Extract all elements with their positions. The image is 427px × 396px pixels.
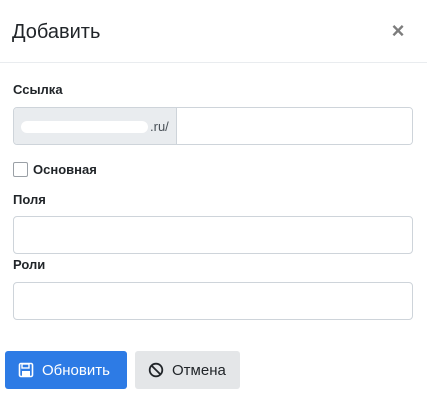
cancel-button-label: Отмена [172, 361, 226, 379]
link-label: Ссылка [13, 82, 63, 97]
roles-label: Роли [13, 257, 46, 272]
dialog-title: Добавить [12, 21, 101, 43]
link-prefix-addon: .ru/ [14, 108, 177, 144]
save-icon [18, 362, 34, 378]
main-checkbox-row: Основная [13, 161, 97, 177]
main-checkbox-label[interactable]: Основная [33, 162, 97, 177]
update-button[interactable]: Обновить [5, 351, 127, 389]
redacted-domain [21, 121, 148, 133]
close-button[interactable]: × [389, 20, 407, 42]
main-checkbox[interactable] [13, 161, 28, 177]
cancel-button[interactable]: Отмена [135, 351, 240, 389]
link-prefix-suffix: .ru/ [150, 119, 169, 134]
link-input[interactable] [177, 108, 412, 144]
update-button-label: Обновить [42, 361, 110, 379]
dialog-header: Добавить × [0, 0, 427, 63]
link-input-group: .ru/ [13, 107, 413, 145]
roles-input[interactable] [13, 282, 413, 320]
fields-input[interactable] [13, 216, 413, 254]
add-dialog: Добавить × Ссылка .ru/ Основная Поля Рол… [0, 0, 427, 396]
ban-icon [148, 362, 164, 378]
fields-label: Поля [13, 192, 46, 207]
